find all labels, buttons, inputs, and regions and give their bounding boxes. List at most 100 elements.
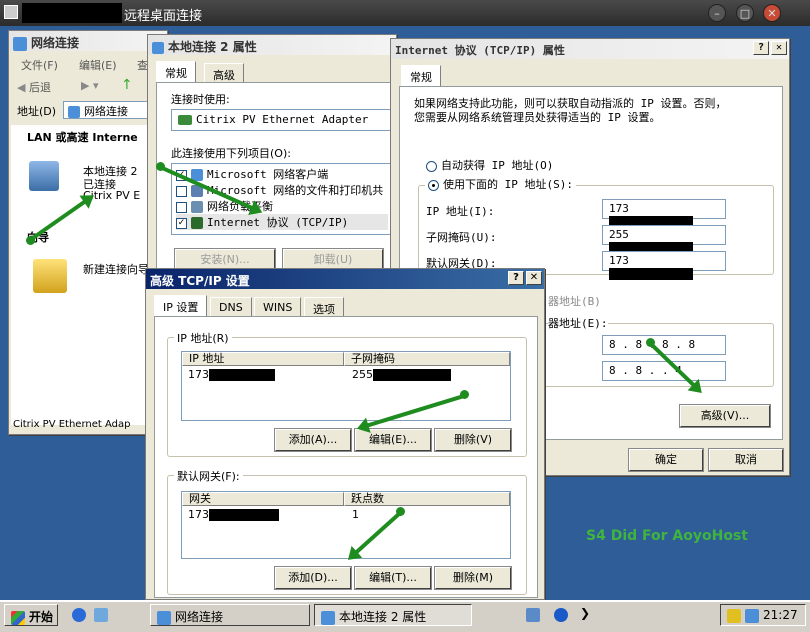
- wizard-icon[interactable]: [33, 259, 67, 293]
- gateway-list[interactable]: 网关 跃点数 173 1: [181, 491, 511, 559]
- tab-dns[interactable]: DNS: [210, 297, 252, 317]
- network-icon: [321, 610, 335, 625]
- network-connections-window: 网络连接 文件(F) 编辑(E) 查 ◀ 后退 ▶ ▾ ↑ 地址(D) 网络连接…: [8, 30, 168, 435]
- netconn-content: LAN 或高速 Interne 本地连接 2 已连接 Citrix PV E 向…: [11, 125, 165, 425]
- list-item[interactable]: ✓Microsoft 网络客户端: [176, 166, 388, 182]
- menu-file[interactable]: 文件(F): [21, 57, 58, 73]
- mask-label: 子网掩码(U):: [426, 231, 497, 244]
- ie-icon[interactable]: [72, 608, 86, 622]
- address-label: 地址(D): [17, 105, 57, 118]
- description-line2: 您需要从网络系统管理员处获得适当的 IP 设置。: [414, 111, 661, 124]
- checkbox[interactable]: ✓: [176, 217, 187, 229]
- table-row[interactable]: 173: [188, 508, 279, 521]
- checkbox[interactable]: [176, 201, 187, 213]
- gateway-value: 173: [609, 254, 629, 267]
- ok-button[interactable]: 确定: [628, 448, 704, 472]
- network-tray-icon[interactable]: [526, 608, 540, 622]
- list-item[interactable]: ✓ Internet 协议 (TCP/IP): [176, 214, 388, 230]
- close-icon[interactable]: ✕: [771, 41, 787, 55]
- manual-ip-label: 使用下面的 IP 地址(S):: [443, 178, 573, 191]
- tab-options[interactable]: 选项: [304, 297, 344, 317]
- ip-group-label: IP 地址(R): [174, 330, 232, 346]
- help-icon[interactable]: ?: [508, 271, 524, 285]
- network-status-icon[interactable]: [745, 608, 759, 623]
- help-tray-icon[interactable]: [554, 608, 568, 622]
- minimize-icon[interactable]: –: [708, 4, 726, 22]
- menu-edit[interactable]: 编辑(E): [79, 57, 117, 73]
- close-icon[interactable]: ✕: [763, 4, 781, 22]
- mask-field[interactable]: 255: [602, 225, 726, 254]
- item-label: Internet 协议 (TCP/IP): [207, 216, 349, 229]
- advanced-button[interactable]: 高级(V)...: [679, 404, 771, 428]
- show-desktop-icon[interactable]: [94, 608, 108, 622]
- table-row[interactable]: 173: [188, 368, 275, 381]
- add-gateway-button[interactable]: 添加(D)...: [274, 566, 352, 590]
- tcpip-title: Internet 协议 (TCP/IP) 属性: [395, 44, 565, 57]
- remove-gateway-button[interactable]: 删除(M): [434, 566, 512, 590]
- properties-title: 本地连接 2 属性: [168, 40, 257, 54]
- redacted: [609, 268, 693, 280]
- close-icon[interactable]: ✕: [526, 271, 542, 285]
- auto-ip-radio[interactable]: 自动获得 IP 地址(O): [426, 157, 553, 173]
- table-row-mask: 255: [352, 368, 451, 381]
- dns-manual-fragment: 器地址(E):: [548, 315, 608, 331]
- connection-icon[interactable]: [29, 161, 59, 191]
- redacted: [373, 369, 451, 381]
- item-label: Microsoft 网络的文件和打印机共: [207, 184, 384, 197]
- ip-value: 173: [609, 202, 629, 215]
- item-label: Microsoft 网络客户端: [207, 168, 329, 181]
- rdp-title-text: 远程桌面连接: [124, 9, 203, 24]
- back-button[interactable]: ◀ 后退: [17, 79, 51, 95]
- remove-ip-button[interactable]: 删除(V): [434, 428, 512, 452]
- start-button[interactable]: 开始: [4, 604, 58, 626]
- row-metric: 1: [352, 508, 359, 521]
- dns1-field[interactable]: 8 . 8 . 8 . 8: [602, 335, 726, 355]
- radio[interactable]: [428, 179, 439, 191]
- task-properties[interactable]: 本地连接 2 属性: [314, 604, 472, 626]
- tray-chevron-icon[interactable]: ❯: [580, 606, 590, 620]
- mask-value: 255: [609, 228, 629, 241]
- checkbox[interactable]: [176, 185, 187, 197]
- connect-using-label: 连接时使用:: [171, 93, 230, 106]
- col-metric[interactable]: 跃点数: [344, 492, 510, 506]
- up-folder-icon[interactable]: ↑: [121, 77, 133, 93]
- row-gateway: 173: [188, 508, 209, 521]
- shield-icon[interactable]: [727, 608, 741, 623]
- gateway-field[interactable]: 173: [602, 251, 726, 280]
- tab-general[interactable]: 常规: [401, 65, 441, 87]
- tab-wins[interactable]: WINS: [254, 297, 302, 317]
- network-icon: [157, 610, 171, 625]
- protocol-icon: [191, 217, 203, 229]
- wizard-item[interactable]: 新建连接向导: [83, 261, 149, 277]
- task-network-connections[interactable]: 网络连接: [150, 604, 310, 626]
- add-ip-button[interactable]: 添加(A)...: [274, 428, 352, 452]
- col-ip[interactable]: IP 地址: [182, 352, 344, 366]
- forward-arrow-icon[interactable]: ▶ ▾: [81, 79, 98, 92]
- network-icon: [152, 41, 164, 54]
- manual-ip-radio[interactable]: 使用下面的 IP 地址(S):: [425, 176, 576, 192]
- help-icon[interactable]: ?: [753, 41, 769, 55]
- advanced-title: 高级 TCP/IP 设置: [150, 274, 250, 288]
- radio[interactable]: [426, 160, 437, 172]
- col-gateway[interactable]: 网关: [182, 492, 344, 506]
- task-label: 网络连接: [175, 610, 224, 624]
- adapter-field: Citrix PV Ethernet Adapter: [171, 109, 393, 131]
- dns2-field[interactable]: 8 . 8 . . 4: [602, 361, 726, 381]
- tab-advanced[interactable]: 高级: [204, 63, 244, 83]
- redacted: [209, 369, 275, 381]
- edit-gateway-button[interactable]: 编辑(T)...: [354, 566, 432, 590]
- ip-list[interactable]: IP 地址 子网掩码 173 255: [181, 351, 511, 421]
- windows-logo-icon: [11, 610, 25, 625]
- clock: 21:27: [763, 608, 798, 622]
- tab-general[interactable]: 常规: [156, 61, 196, 83]
- list-item[interactable]: 网络负载平衡: [176, 198, 388, 214]
- col-mask[interactable]: 子网掩码: [344, 352, 510, 366]
- ip-field[interactable]: 173: [602, 199, 726, 228]
- tab-ip-settings[interactable]: IP 设置: [154, 295, 208, 317]
- nlb-icon: [191, 201, 203, 213]
- cancel-button[interactable]: 取消: [708, 448, 784, 472]
- maximize-icon[interactable]: □: [736, 4, 754, 22]
- dns-auto-fragment: 器地址(B): [548, 295, 601, 308]
- advanced-titlebar: 高级 TCP/IP 设置 ? ✕: [146, 269, 544, 289]
- row-ip: 173: [188, 368, 209, 381]
